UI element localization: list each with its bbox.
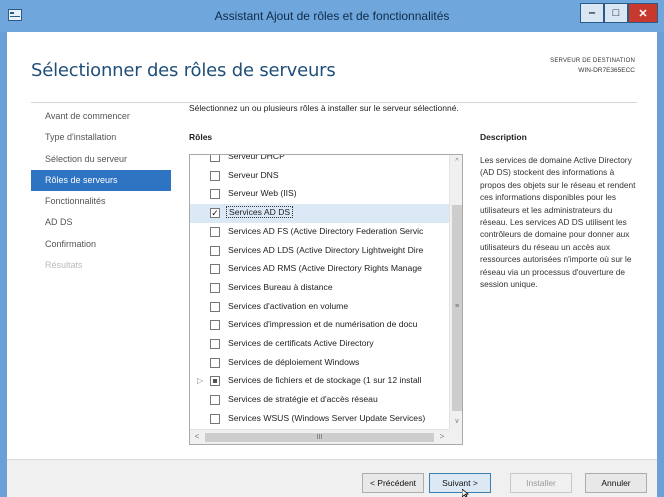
description-heading: Description [480, 132, 527, 142]
roles-list[interactable]: Serveur DHCP Serveur DNS Serveur Web (IIS)… [189, 154, 463, 445]
nav-item-server-roles[interactable]: Rôles de serveurs [31, 169, 171, 192]
role-checkbox[interactable] [210, 413, 220, 424]
role-row[interactable]: Serveur DHCP [190, 155, 449, 167]
nav-item-ad-ds[interactable]: AD DS [31, 212, 171, 233]
destination-server-name: WIN-DR7E365ECC [578, 67, 635, 74]
nav-item-features[interactable]: Fonctionnalités [31, 191, 171, 212]
wizard-footer: < Précédent Suivant > Installer Annuler [7, 459, 657, 497]
nav-item-installation-type[interactable]: Type d'installation [31, 127, 171, 148]
role-checkbox[interactable] [210, 395, 220, 406]
role-row[interactable]: Services AD FS (Active Directory Federat… [190, 223, 449, 242]
role-row[interactable]: Services de certificats Active Directory [190, 335, 449, 354]
nav-item-results: Résultats [45, 260, 83, 271]
role-row[interactable]: ▷ Services de fichiers et de stockage (1 … [190, 372, 449, 391]
role-label: Services d'activation en volume [228, 300, 349, 311]
role-checkbox[interactable] [210, 170, 220, 181]
role-label: Services de certificats Active Directory [228, 338, 374, 348]
role-row[interactable]: Serveur Web (IIS) [190, 185, 449, 204]
role-row[interactable]: Services WSUS (Windows Server Update Ser… [190, 410, 449, 429]
roles-list-vertical-scrollbar[interactable]: ^ ≡ v [449, 155, 462, 429]
role-label: Services AD DS [226, 206, 294, 219]
vertical-scroll-thumb[interactable]: ≡ [452, 205, 462, 411]
horizontal-scroll-thumb[interactable]: III [205, 433, 434, 442]
role-checkbox[interactable] [210, 320, 220, 331]
title-bar[interactable]: Assistant Ajout de rôles et de fonctionn… [0, 0, 664, 32]
role-row[interactable]: Services de déploiement Windows [190, 354, 449, 373]
page-title: Sélectionner des rôles de serveurs [31, 60, 336, 81]
role-checkbox[interactable] [210, 339, 220, 349]
next-button[interactable]: Suivant > [429, 473, 491, 493]
instruction-text: Sélectionnez un ou plusieurs rôles à ins… [189, 103, 459, 113]
role-label: Services d'impression et de numérisation… [228, 319, 418, 330]
nav-item-before-you-begin[interactable]: Avant de commencer [31, 106, 171, 127]
wizard-window: Assistant Ajout de rôles et de fonctionn… [0, 0, 664, 497]
cancel-button[interactable]: Annuler [585, 473, 647, 493]
expand-arrow-icon[interactable]: ▷ [197, 376, 203, 385]
mouse-pointer-icon [462, 489, 470, 497]
role-label: Services de fichiers et de stockage (1 s… [228, 375, 422, 386]
role-label: Services de déploiement Windows [228, 356, 360, 367]
role-label: Serveur DNS [228, 169, 279, 180]
role-row[interactable]: Services AD RMS (Active Directory Rights… [190, 260, 449, 279]
role-checkbox[interactable] [210, 189, 220, 200]
role-checkbox[interactable] [210, 376, 220, 387]
role-checkbox[interactable] [210, 155, 220, 162]
scroll-left-arrow-icon[interactable]: < [190, 430, 204, 444]
scroll-up-arrow-icon[interactable]: ^ [450, 155, 462, 169]
role-label: Services AD LDS (Active Directory Lightw… [228, 244, 424, 255]
window-title: Assistant Ajout de rôles et de fonctionn… [214, 9, 450, 23]
role-row[interactable]: ✓ Services AD DS [190, 204, 449, 223]
role-label: Services AD FS (Active Directory Federat… [228, 225, 424, 236]
role-description: Les services de domaine Active Directory… [480, 155, 636, 290]
close-button[interactable]: ✕ [628, 3, 658, 23]
wizard-content: Sélectionner des rôles de serveurs SERVE… [7, 32, 657, 459]
role-label: Serveur DHCP [228, 155, 285, 161]
role-row[interactable]: Services d'activation en volume [190, 298, 449, 317]
role-label: Services WSUS (Windows Server Update Ser… [228, 412, 426, 423]
roles-list-horizontal-scrollbar[interactable]: < III > [190, 429, 449, 444]
scroll-grip-label: III [316, 434, 323, 441]
role-label: Services Bureau à distance [228, 281, 333, 292]
nav-item-confirmation[interactable]: Confirmation [31, 234, 171, 255]
scroll-grip-icon: ≡ [454, 303, 460, 310]
role-checkbox[interactable] [210, 282, 220, 293]
wizard-navigation: Avant de commencer Type d'installation S… [31, 106, 171, 276]
scrollbar-corner [449, 429, 462, 444]
role-checkbox[interactable]: ✓ [210, 208, 220, 219]
maximize-button[interactable]: □ [604, 3, 628, 23]
role-row[interactable]: Serveur DNS [190, 167, 449, 186]
role-row[interactable]: Services de stratégie et d'accès réseau [190, 391, 449, 410]
scroll-right-arrow-icon[interactable]: > [435, 430, 449, 444]
role-checkbox[interactable] [210, 264, 220, 275]
role-checkbox[interactable] [210, 226, 220, 237]
role-row[interactable]: Services Bureau à distance [190, 279, 449, 298]
role-label: Serveur Web (IIS) [228, 188, 297, 199]
install-button: Installer [510, 473, 572, 493]
previous-button[interactable]: < Précédent [362, 473, 424, 493]
role-checkbox[interactable] [210, 245, 220, 256]
role-checkbox[interactable] [210, 357, 220, 368]
destination-server-label: SERVEUR DE DESTINATION [550, 58, 635, 64]
roles-list-rows: Serveur DHCP Serveur DNS Serveur Web (IIS)… [190, 155, 449, 429]
role-row[interactable]: Services d'impression et de numérisation… [190, 316, 449, 335]
role-checkbox[interactable] [210, 301, 220, 312]
role-label: Services de stratégie et d'accès réseau [228, 394, 378, 405]
nav-item-server-selection[interactable]: Sélection du serveur [31, 149, 171, 170]
minimize-button[interactable]: ‒ [580, 3, 604, 23]
scroll-down-arrow-icon[interactable]: v [450, 415, 462, 429]
roles-heading: Rôles [189, 132, 213, 142]
role-row[interactable]: Services AD LDS (Active Directory Lightw… [190, 242, 449, 261]
role-label: Services AD RMS (Active Directory Rights… [228, 263, 422, 274]
